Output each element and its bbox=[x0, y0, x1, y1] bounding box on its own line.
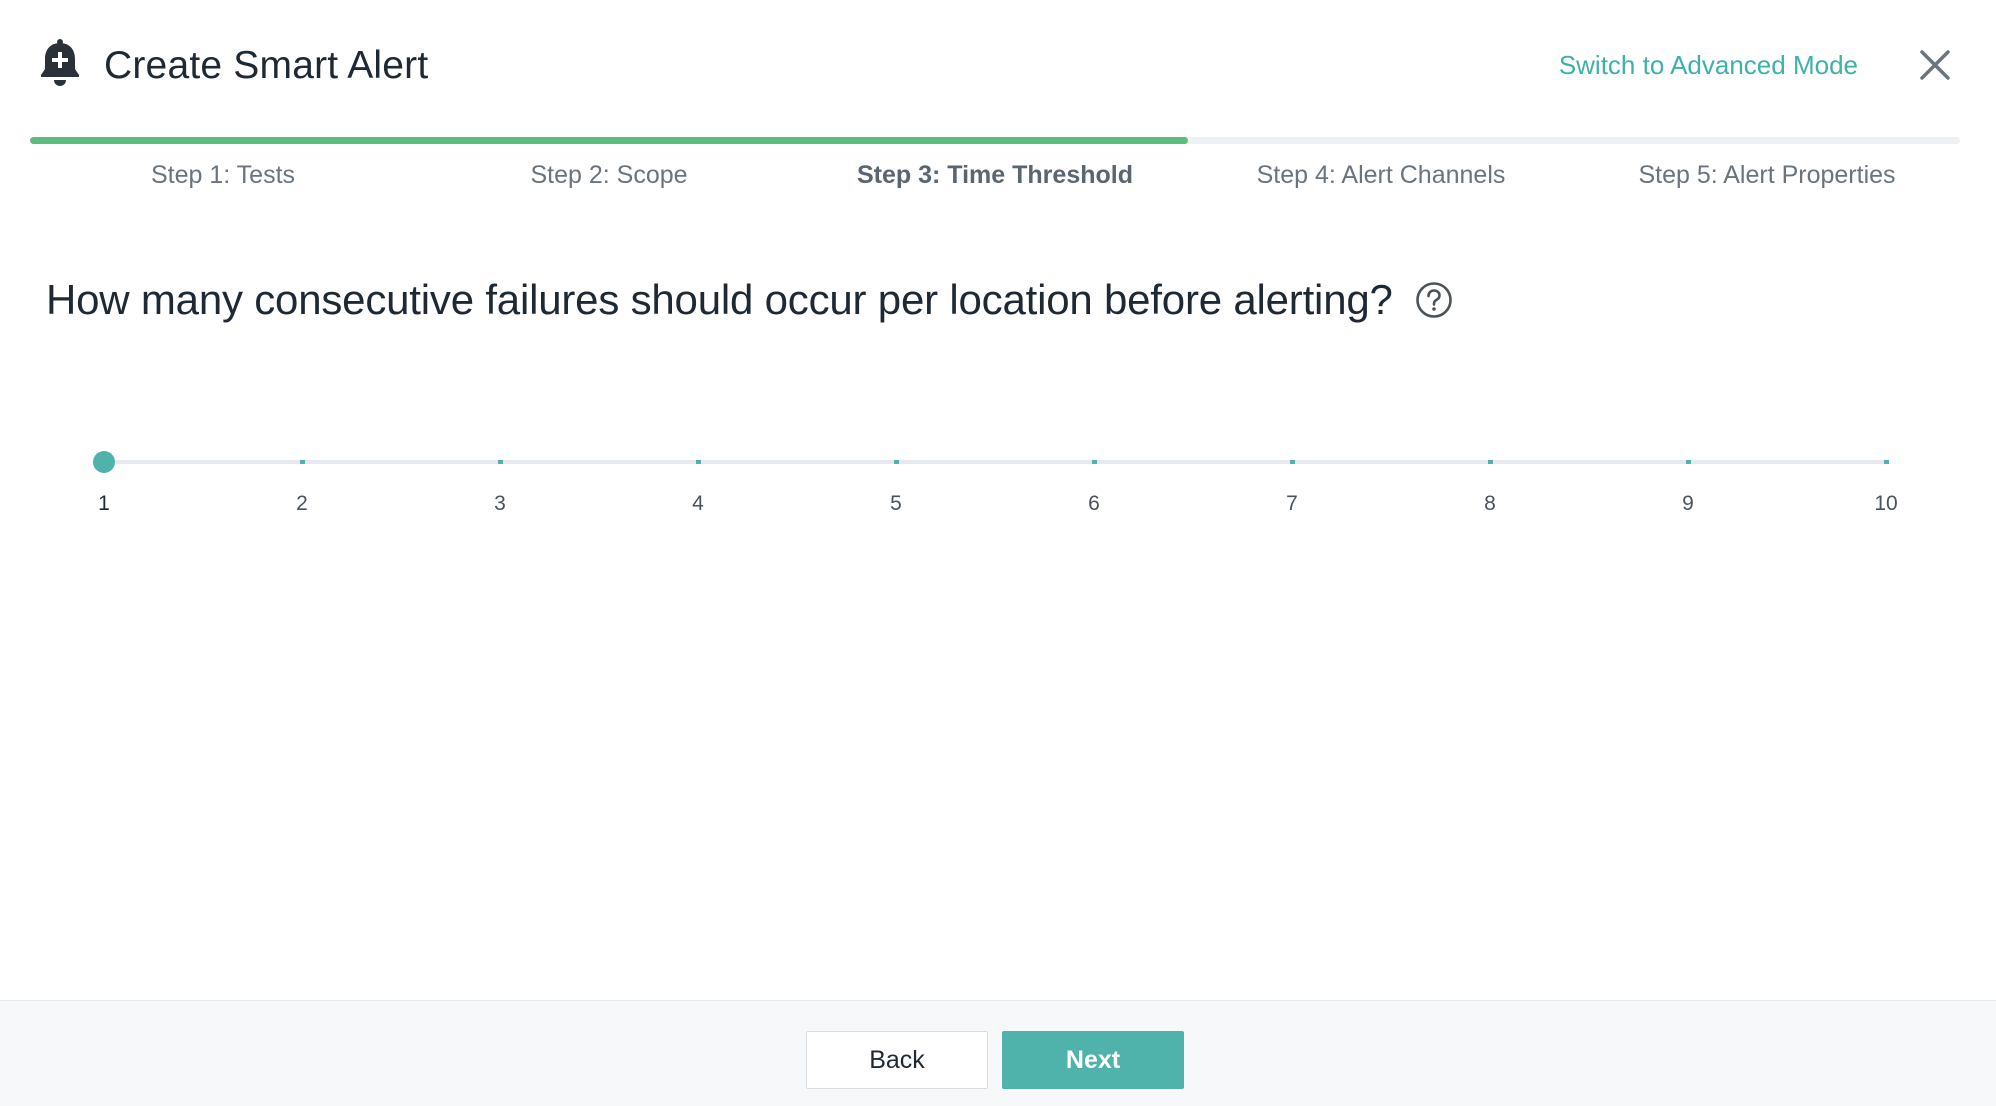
slider-label[interactable]: 7 bbox=[1262, 490, 1322, 518]
slider-label[interactable]: 6 bbox=[1064, 490, 1124, 518]
slider-label[interactable]: 10 bbox=[1856, 490, 1916, 518]
help-circle-icon[interactable] bbox=[1415, 281, 1453, 319]
step-alert-channels[interactable]: Step 4: Alert Channels bbox=[1188, 156, 1574, 196]
bell-plus-icon bbox=[41, 39, 79, 86]
dialog-header: Create Smart Alert Switch to Advanced Mo… bbox=[0, 0, 1996, 130]
question-text: How many consecutive failures should occ… bbox=[46, 276, 1393, 323]
question-row: How many consecutive failures should occ… bbox=[46, 272, 1453, 328]
slider-tick bbox=[1884, 460, 1889, 464]
slider-label[interactable]: 9 bbox=[1658, 490, 1718, 518]
slider-tick bbox=[894, 460, 899, 464]
create-smart-alert-dialog: Create Smart Alert Switch to Advanced Mo… bbox=[0, 0, 1996, 1106]
step-time-threshold[interactable]: Step 3: Time Threshold bbox=[802, 156, 1188, 196]
slider-label[interactable]: 1 bbox=[74, 490, 134, 518]
dialog-title: Create Smart Alert bbox=[104, 44, 429, 87]
slider-tick bbox=[1092, 460, 1097, 464]
slider-tick bbox=[1290, 460, 1295, 464]
slider-rail[interactable] bbox=[104, 460, 1886, 464]
slider-label[interactable]: 4 bbox=[668, 490, 728, 518]
wizard-progress-fill bbox=[30, 137, 1188, 144]
slider-handle[interactable] bbox=[93, 451, 115, 473]
dialog-footer: Back Next bbox=[0, 1000, 1996, 1106]
slider-tick bbox=[1488, 460, 1493, 464]
slider-label[interactable]: 2 bbox=[272, 490, 332, 518]
slider-label[interactable]: 3 bbox=[470, 490, 530, 518]
slider-tick bbox=[498, 460, 503, 464]
next-button[interactable]: Next bbox=[1002, 1031, 1184, 1089]
slider-tick bbox=[300, 460, 305, 464]
slider-tick bbox=[696, 460, 701, 464]
switch-to-advanced-mode-link[interactable]: Switch to Advanced Mode bbox=[1559, 48, 1858, 82]
wizard-steps: Step 1: Tests Step 2: Scope Step 3: Time… bbox=[30, 156, 1960, 196]
step-scope[interactable]: Step 2: Scope bbox=[416, 156, 802, 196]
step-tests[interactable]: Step 1: Tests bbox=[30, 156, 416, 196]
slider-label[interactable]: 8 bbox=[1460, 490, 1520, 518]
close-icon[interactable] bbox=[1916, 46, 1954, 84]
wizard-progress-bar bbox=[30, 137, 1960, 144]
back-button[interactable]: Back bbox=[806, 1031, 988, 1089]
step-alert-properties[interactable]: Step 5: Alert Properties bbox=[1574, 156, 1960, 196]
slider-tick bbox=[1686, 460, 1691, 464]
failure-count-slider[interactable]: 1 2 3 4 5 6 7 8 9 10 bbox=[93, 440, 1898, 540]
slider-label[interactable]: 5 bbox=[866, 490, 926, 518]
